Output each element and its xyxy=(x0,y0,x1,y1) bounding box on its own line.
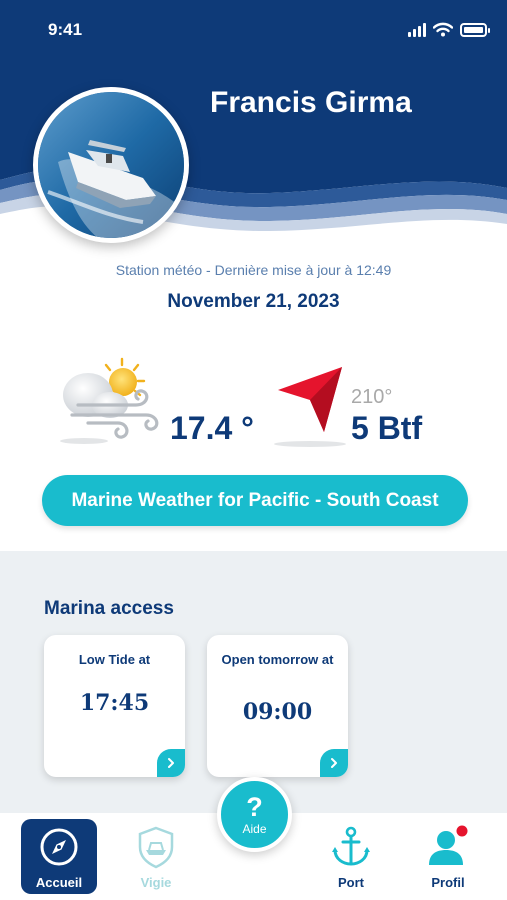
signal-icon xyxy=(408,22,426,37)
status-time: 9:41 xyxy=(48,20,83,39)
nav-label: Vigie xyxy=(140,875,172,890)
nav-label: Profil xyxy=(431,875,465,890)
wifi-icon xyxy=(433,22,453,37)
nav-label: Port xyxy=(338,875,364,890)
card-label: Open tomorrow at xyxy=(221,652,334,667)
marine-weather-button[interactable]: Marine Weather for Pacific - South Coast xyxy=(42,475,468,526)
battery-icon xyxy=(460,22,490,37)
status-bar: 9:41 xyxy=(0,0,507,60)
card-value: 09:00 xyxy=(242,699,313,725)
header: 9:41 Francis Girma xyxy=(0,0,507,245)
shield-boat-icon xyxy=(138,826,174,869)
chevron-right-icon[interactable] xyxy=(320,749,348,777)
user-name: Francis Girma xyxy=(210,86,412,119)
nav-label: Accueil xyxy=(35,875,83,890)
marina-access-section: Marina access Low Tide at 17:45 Open tom… xyxy=(0,551,507,813)
nav-item-vigie[interactable]: Vigie xyxy=(118,819,194,894)
user-icon xyxy=(429,825,468,865)
help-label: Aide xyxy=(242,821,267,836)
wind-force: 5 Btf xyxy=(351,410,423,446)
nav-item-accueil[interactable]: Accueil xyxy=(21,819,97,894)
compass-icon xyxy=(40,828,78,866)
card-value: 17:45 xyxy=(79,690,150,716)
weather-date: November 21, 2023 xyxy=(167,291,340,312)
opening-hours-card[interactable]: Open tomorrow at 09:00 xyxy=(207,635,348,777)
help-button[interactable]: ? Aide xyxy=(217,777,292,852)
avatar[interactable] xyxy=(33,87,189,243)
question-mark-icon: ? xyxy=(246,791,263,822)
marina-access-title: Marina access xyxy=(44,598,174,619)
nav-item-profil[interactable]: Profil xyxy=(410,819,486,894)
chevron-right-icon[interactable] xyxy=(157,749,185,777)
status-icons xyxy=(408,22,490,37)
temperature-value: 17.4 ° xyxy=(170,410,254,446)
notification-badge xyxy=(456,825,468,837)
boat-photo xyxy=(38,92,184,238)
nav-item-port[interactable]: Port xyxy=(313,819,389,894)
anchor-icon xyxy=(332,826,370,866)
station-update-text: Station météo - Dernière mise à jour à 1… xyxy=(115,262,392,278)
wind-direction: 210° xyxy=(351,386,393,408)
low-tide-card[interactable]: Low Tide at 17:45 xyxy=(44,635,185,777)
sun-cloud-wind-icon xyxy=(60,357,159,444)
direction-arrow-icon xyxy=(274,367,346,447)
card-label: Low Tide at xyxy=(78,652,151,667)
